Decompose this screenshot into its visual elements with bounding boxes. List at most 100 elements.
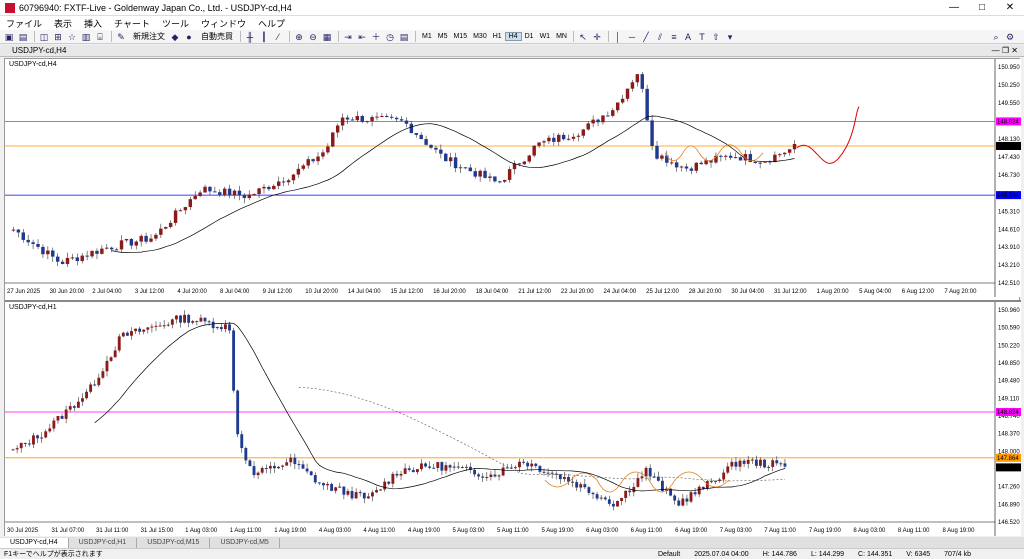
candle-body bbox=[223, 324, 227, 330]
candle-body bbox=[256, 472, 260, 476]
candle-body bbox=[244, 448, 248, 461]
menu-insert[interactable]: 挿入 bbox=[78, 17, 108, 30]
candle-body bbox=[105, 360, 109, 372]
menu-chart[interactable]: チャート bbox=[108, 17, 156, 30]
horizontal-line-icon[interactable]: ─ bbox=[626, 31, 638, 43]
minimize-button[interactable]: — bbox=[940, 0, 968, 16]
period-d1[interactable]: D1 bbox=[522, 33, 537, 40]
candle-body bbox=[684, 166, 689, 169]
menu-file[interactable]: ファイル bbox=[0, 17, 48, 30]
candle-body bbox=[46, 250, 50, 255]
candlestick-icon[interactable]: ┃ bbox=[258, 31, 270, 43]
time-tick-label: 3 Jul 12:00 bbox=[135, 289, 165, 295]
candle-body bbox=[213, 191, 217, 193]
candle-body bbox=[493, 474, 497, 477]
candle-body bbox=[117, 336, 121, 351]
candle-body bbox=[208, 186, 212, 192]
tab-usdjpy-h4[interactable]: USDJPY-cd,H4 bbox=[0, 538, 69, 548]
candle-body bbox=[648, 467, 652, 477]
period-mn[interactable]: MN bbox=[553, 33, 570, 40]
candle-body bbox=[55, 256, 60, 262]
menu-view[interactable]: 表示 bbox=[48, 17, 78, 30]
line-chart-icon[interactable]: ⁄ bbox=[272, 31, 284, 43]
zoom-in-icon[interactable]: ⊕ bbox=[293, 31, 305, 43]
zoom-out-icon[interactable]: ⊖ bbox=[307, 31, 319, 43]
fibonacci-icon[interactable]: ≡ bbox=[668, 31, 680, 43]
vertical-line-icon[interactable]: │ bbox=[612, 31, 624, 43]
channel-icon[interactable]: ⫽ bbox=[654, 31, 666, 43]
tile-windows-icon[interactable]: ▦ bbox=[321, 31, 333, 43]
periods-icon[interactable]: ◷ bbox=[384, 31, 396, 43]
new-order-icon[interactable]: ✎ bbox=[115, 31, 127, 43]
candle-body bbox=[342, 486, 346, 495]
maximize-button[interactable]: □ bbox=[968, 0, 996, 16]
candle-body bbox=[728, 155, 733, 158]
tester-icon[interactable]: ⌸ bbox=[94, 31, 106, 43]
chart-window-controls[interactable]: — ❐ ✕ bbox=[992, 46, 1018, 55]
templates-icon[interactable]: ▤ bbox=[398, 31, 410, 43]
tab-usdjpy-m5[interactable]: USDJPY-cd,M5 bbox=[210, 538, 280, 548]
candle-body bbox=[640, 74, 644, 89]
label-icon[interactable]: T bbox=[696, 31, 708, 43]
crosshair-icon[interactable]: ✛ bbox=[591, 31, 603, 43]
candle-body bbox=[89, 384, 93, 392]
period-m1[interactable]: M1 bbox=[419, 33, 435, 40]
navigator-icon[interactable]: ☆ bbox=[66, 31, 78, 43]
candle-body bbox=[358, 492, 362, 494]
candle-body bbox=[345, 117, 350, 120]
candle-body bbox=[607, 499, 611, 504]
candle-body bbox=[440, 462, 444, 471]
tab-usdjpy-m15[interactable]: USDJPY-cd,M15 bbox=[137, 538, 211, 548]
menu-help[interactable]: ヘルプ bbox=[252, 17, 291, 30]
candle-body bbox=[179, 315, 182, 323]
bar-chart-icon[interactable]: ╫ bbox=[244, 31, 256, 43]
text-icon[interactable]: A bbox=[682, 31, 694, 43]
candle-body bbox=[75, 257, 80, 262]
new-order-button[interactable]: 新規注文 bbox=[129, 30, 169, 43]
chart-area[interactable]: USDJPY-cd,H4 150.950 150.250 149.550 148.13… bbox=[4, 58, 1021, 536]
market-watch-icon[interactable]: ◫ bbox=[38, 31, 50, 43]
menu-tools[interactable]: ツール bbox=[156, 17, 195, 30]
search-icon[interactable]: ⌕ bbox=[990, 31, 1002, 43]
new-chart-icon[interactable]: ▣ bbox=[3, 31, 15, 43]
close-button[interactable]: ✕ bbox=[996, 0, 1024, 16]
period-m15[interactable]: M15 bbox=[450, 33, 470, 40]
data-window-icon[interactable]: ⊞ bbox=[52, 31, 64, 43]
candle-body bbox=[311, 159, 315, 162]
period-h1[interactable]: H1 bbox=[490, 33, 505, 40]
price-tick-label: 147.260 bbox=[998, 485, 1020, 491]
settings-icon[interactable]: ⚙ bbox=[1004, 31, 1016, 43]
menu-window[interactable]: ウィンドウ bbox=[195, 17, 252, 30]
arrows-icon[interactable]: ⇧ bbox=[710, 31, 722, 43]
auto-trade-button[interactable]: 自動売買 bbox=[197, 30, 237, 43]
period-h4[interactable]: H4 bbox=[504, 32, 522, 41]
candle-body bbox=[109, 357, 113, 361]
terminal-icon[interactable]: ▥ bbox=[80, 31, 92, 43]
meta-editor-icon[interactable]: ◆ bbox=[169, 31, 181, 43]
h4-chart-svg[interactable]: 150.950150.250149.550148.130147.430146.7… bbox=[5, 59, 1021, 297]
indicators-icon[interactable]: ＋ bbox=[370, 31, 382, 43]
candle-body bbox=[149, 238, 153, 242]
chart-pane-h4[interactable]: USDJPY-cd,H4 150.950 150.250 149.550 148.13… bbox=[5, 59, 1021, 297]
scroll-end-icon[interactable]: ⇥ bbox=[342, 31, 354, 43]
tab-usdjpy-h1[interactable]: USDJPY-cd,H1 bbox=[69, 538, 138, 548]
h1-chart-svg[interactable]: 150.960 150.590 150.220 149.850 149.480 149.1… bbox=[5, 302, 1021, 536]
candle-body bbox=[419, 134, 423, 140]
cursor-icon[interactable]: ↖ bbox=[577, 31, 589, 43]
chart-shift-icon[interactable]: ⇤ bbox=[356, 31, 368, 43]
profiles-icon[interactable]: ▤ bbox=[17, 31, 29, 43]
auto-trade-icon[interactable]: ● bbox=[183, 31, 195, 43]
candle-body bbox=[281, 181, 286, 183]
chart-pane-h1[interactable]: USDJPY-cd,H1 150.960 150.590 150.220 149.85… bbox=[5, 300, 1021, 536]
candle-body bbox=[411, 469, 415, 473]
period-m30[interactable]: M30 bbox=[470, 33, 490, 40]
period-m5[interactable]: M5 bbox=[435, 33, 451, 40]
period-w1[interactable]: W1 bbox=[537, 33, 554, 40]
candle-body bbox=[277, 181, 281, 186]
candle-body bbox=[247, 194, 251, 199]
candle-body bbox=[72, 406, 76, 408]
dropdown-icon[interactable]: ▾ bbox=[724, 31, 736, 43]
candle-body bbox=[228, 324, 231, 331]
trendline-icon[interactable]: ╱ bbox=[640, 31, 652, 43]
candle-body bbox=[538, 466, 542, 472]
